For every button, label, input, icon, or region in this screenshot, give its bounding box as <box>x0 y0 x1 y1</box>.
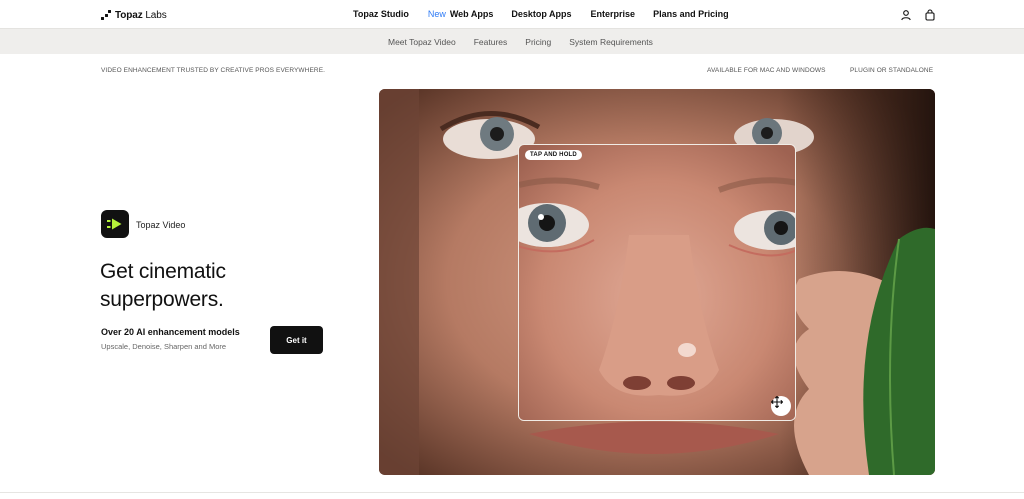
subnav-pricing[interactable]: Pricing <box>525 37 551 47</box>
enhanced-face-photo <box>519 145 795 420</box>
subnav-features[interactable]: Features <box>474 37 508 47</box>
play-icon <box>107 218 122 230</box>
hero-headline: Get cinematic superpowers. <box>100 260 226 311</box>
availability-text: AVAILABLE FOR MAC AND WINDOWS <box>707 67 826 74</box>
user-icon[interactable] <box>900 8 912 21</box>
get-it-button[interactable]: Get it <box>270 326 323 354</box>
bottom-divider <box>0 492 1024 493</box>
nav-web-apps-label: Web Apps <box>449 9 494 19</box>
subnav-system-requirements[interactable]: System Requirements <box>569 37 653 47</box>
main-nav: Topaz Studio New Web Apps Desktop Apps En… <box>353 9 729 19</box>
topaz-labs-logo[interactable]: Topaz Labs <box>101 9 167 21</box>
feature-subtitle: Upscale, Denoise, Sharpen and More <box>101 342 227 351</box>
logo-text: Topaz Labs <box>115 9 167 21</box>
nav-topaz-studio[interactable]: Topaz Studio <box>353 9 409 19</box>
logo-mark-icon <box>101 10 111 20</box>
move-loupe-button[interactable] <box>771 396 791 416</box>
hero-image[interactable]: TAP AND HOLD <box>379 89 935 475</box>
product-name: Topaz Video <box>136 220 186 230</box>
subnav-meet-topaz-video[interactable]: Meet Topaz Video <box>388 37 456 47</box>
nav-plans-and-pricing[interactable]: Plans and Pricing <box>653 9 729 19</box>
topaz-video-app-icon <box>101 210 129 238</box>
feature-title: Over 20 AI enhancement models <box>101 327 240 337</box>
comparison-loupe[interactable]: TAP AND HOLD <box>518 144 796 421</box>
trust-tagline: VIDEO ENHANCEMENT TRUSTED BY CREATIVE PR… <box>101 67 326 74</box>
plugin-text: PLUGIN OR STANDALONE <box>850 67 934 74</box>
top-navigation: Topaz Labs Topaz Studio New Web Apps Desk… <box>0 0 1024 28</box>
product-subnav: Meet Topaz Video Features Pricing System… <box>0 28 1024 54</box>
nav-desktop-apps[interactable]: Desktop Apps <box>511 9 571 19</box>
new-badge: New <box>427 9 446 19</box>
tap-and-hold-badge: TAP AND HOLD <box>525 150 582 160</box>
move-icon <box>771 396 783 408</box>
nav-enterprise[interactable]: Enterprise <box>591 9 636 19</box>
bag-icon[interactable] <box>924 8 936 21</box>
nav-web-apps[interactable]: New Web Apps <box>428 9 494 19</box>
nav-icons <box>900 8 936 21</box>
